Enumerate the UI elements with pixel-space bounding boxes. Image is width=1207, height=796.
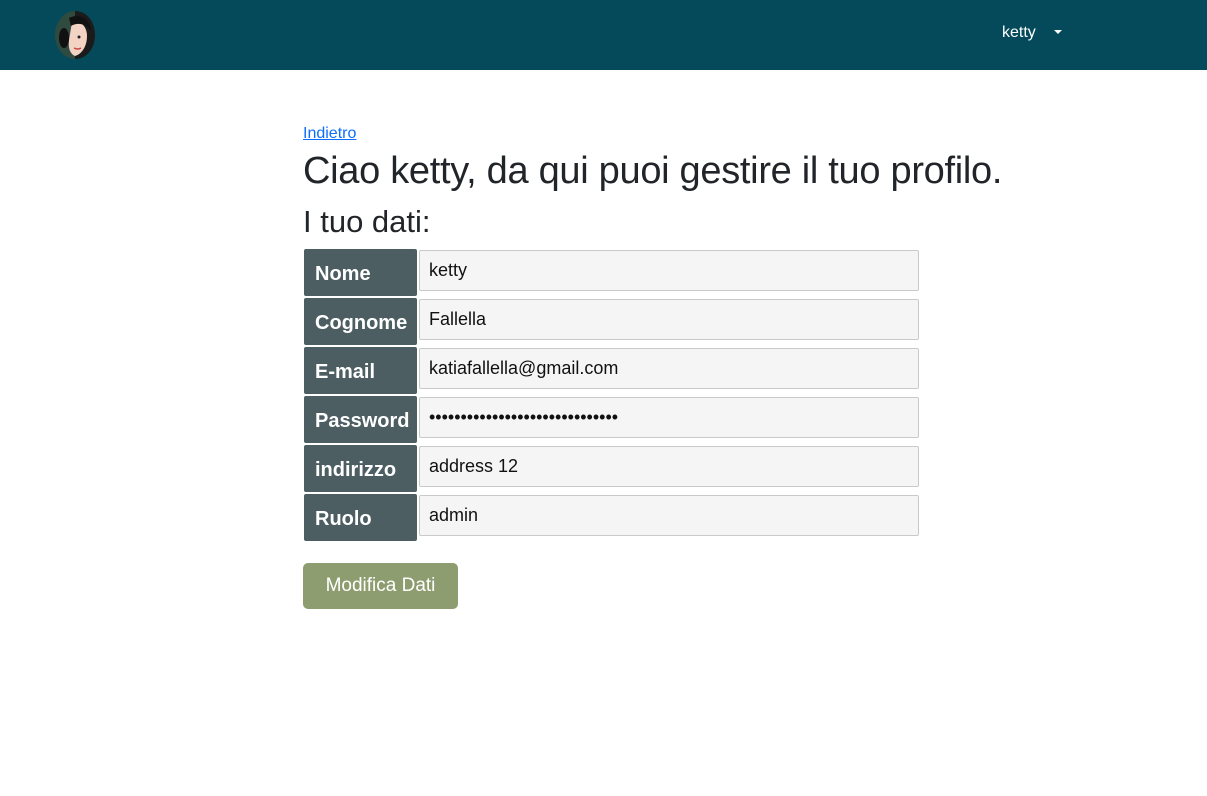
nome-field[interactable]	[419, 250, 919, 291]
user-menu-toggle[interactable]: ketty	[1002, 22, 1062, 44]
field-label-nome: Nome	[304, 249, 417, 296]
table-row: indirizzo	[303, 445, 919, 494]
table-row: Ruolo	[303, 494, 919, 543]
password-field[interactable]	[419, 397, 919, 438]
cognome-field[interactable]	[419, 299, 919, 340]
profile-data-table: Nome Cognome E-mail Password indirizzo R…	[303, 249, 919, 543]
field-label-indirizzo: indirizzo	[304, 445, 417, 492]
top-navbar: ketty	[0, 0, 1207, 70]
avatar-logo-icon[interactable]	[54, 10, 96, 60]
email-field[interactable]	[419, 348, 919, 389]
field-label-email: E-mail	[304, 347, 417, 394]
table-row: E-mail	[303, 347, 919, 396]
caret-down-icon	[1053, 29, 1062, 34]
field-label-password: Password	[304, 396, 417, 443]
table-row: Cognome	[303, 298, 919, 347]
edit-data-button[interactable]: Modifica Dati	[303, 563, 458, 609]
ruolo-field[interactable]	[419, 495, 919, 536]
indirizzo-field[interactable]	[419, 446, 919, 487]
table-row: Nome	[303, 249, 919, 298]
section-title: I tuo dati:	[303, 204, 431, 239]
table-row: Password	[303, 396, 919, 445]
back-link[interactable]: Indietro	[303, 125, 356, 143]
user-name: ketty	[1002, 24, 1036, 41]
field-label-cognome: Cognome	[304, 298, 417, 345]
field-label-ruolo: Ruolo	[304, 494, 417, 541]
page-title: Ciao ketty, da qui puoi gestire il tuo p…	[303, 150, 1003, 192]
